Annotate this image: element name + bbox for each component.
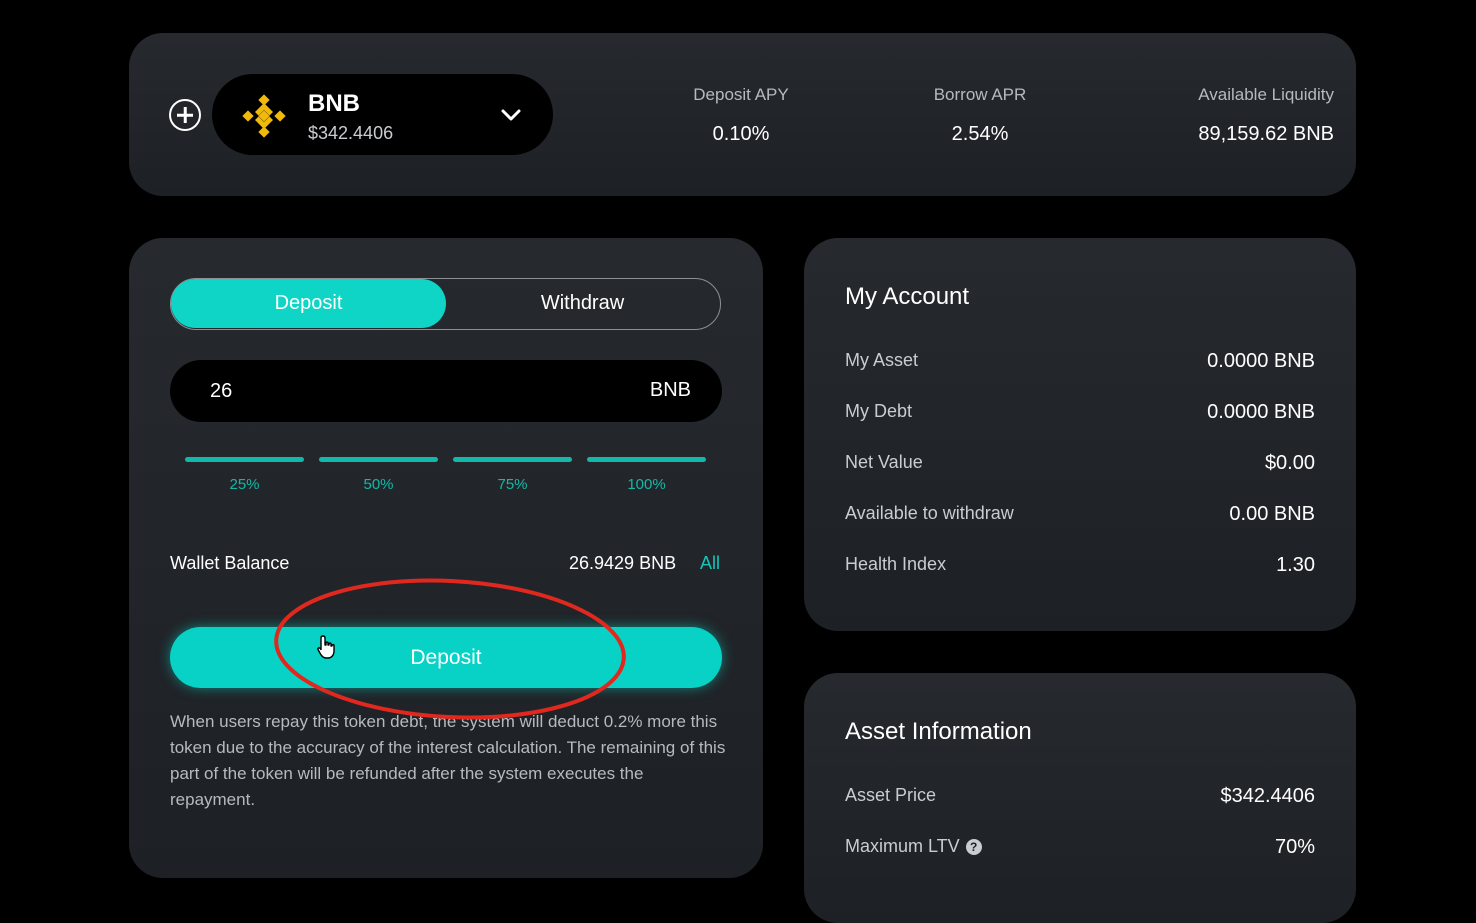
account-row-my-asset: My Asset 0.0000 BNB (845, 350, 1315, 372)
row-value: $342.4406 (1220, 785, 1315, 807)
my-account-title: My Account (845, 283, 970, 310)
deposit-panel: Deposit Withdraw BNB 25% 50% 75% 100% Wa… (129, 238, 763, 878)
token-symbol: BNB (308, 90, 360, 117)
stat-deposit-apy: Deposit APY 0.10% (681, 85, 801, 146)
hand-pointer-icon (317, 635, 335, 659)
asset-row-price: Asset Price $342.4406 (845, 785, 1315, 807)
tab-withdraw[interactable]: Withdraw (445, 279, 720, 328)
deposit-submit-button[interactable]: Deposit (170, 627, 722, 688)
amount-field: BNB (170, 360, 722, 422)
row-label: My Debt (845, 401, 913, 421)
percent-25-button[interactable]: 25% (185, 457, 304, 493)
percent-100-button[interactable]: 100% (587, 457, 706, 493)
use-all-button[interactable]: All (700, 553, 720, 574)
wallet-balance-value: 26.9429 BNB (569, 553, 677, 573)
wallet-balance-label: Wallet Balance (170, 553, 290, 573)
asset-row-maximum-ltv: Maximum LTV? 70% (845, 836, 1315, 858)
row-value: 0.00 BNB (1229, 503, 1315, 525)
amount-input[interactable] (210, 374, 630, 408)
row-label: Asset Price (845, 785, 937, 805)
stat-label: Borrow APR (933, 85, 1027, 104)
stat-available-liquidity: Available Liquidity 89,159.62 BNB (1149, 85, 1334, 146)
market-header: BNB $342.4406 Deposit APY 0.10% Borrow A… (129, 33, 1356, 196)
amount-unit: BNB (649, 379, 691, 401)
row-value: 0.0000 BNB (1207, 401, 1315, 423)
token-selector[interactable]: BNB $342.4406 (212, 74, 553, 155)
token-price: $342.4406 (308, 123, 394, 143)
row-value: 1.30 (1276, 554, 1315, 576)
percent-bar (319, 457, 438, 462)
account-row-health-index: Health Index 1.30 (845, 554, 1315, 576)
percent-label: 100% (627, 476, 666, 493)
percent-bar (453, 457, 572, 462)
stat-value: 89,159.62 BNB (1198, 123, 1334, 145)
row-label: My Asset (845, 350, 919, 370)
percent-bar (587, 457, 706, 462)
row-label: Maximum LTV (845, 836, 960, 856)
asset-information-panel: Asset Information Asset Price $342.4406 … (804, 673, 1356, 923)
deposit-withdraw-tabs: Deposit Withdraw (170, 278, 721, 330)
stat-label: Deposit APY (693, 85, 789, 104)
asset-information-title: Asset Information (845, 718, 1032, 745)
row-label: Net Value (845, 452, 923, 472)
stat-value: 0.10% (712, 123, 770, 145)
percent-50-button[interactable]: 50% (319, 457, 438, 493)
chevron-down-icon (501, 109, 521, 121)
help-icon[interactable]: ? (965, 839, 982, 855)
row-value: 0.0000 BNB (1207, 350, 1315, 372)
account-row-my-debt: My Debt 0.0000 BNB (845, 401, 1315, 423)
stat-borrow-apr: Borrow APR 2.54% (920, 85, 1040, 146)
repayment-notice: When users repay this token debt, the sy… (170, 712, 726, 809)
row-label: Available to withdraw (845, 503, 1014, 523)
percent-label: 50% (363, 476, 394, 493)
row-value: $0.00 (1264, 452, 1315, 474)
my-account-panel: My Account My Asset 0.0000 BNB My Debt 0… (804, 238, 1356, 631)
stat-value: 2.54% (951, 123, 1009, 145)
bnb-logo-icon (242, 94, 286, 138)
account-row-available-to-withdraw: Available to withdraw 0.00 BNB (845, 503, 1315, 525)
row-label: Health Index (845, 554, 947, 574)
row-value: 70% (1274, 836, 1315, 858)
percent-75-button[interactable]: 75% (453, 457, 572, 493)
tab-deposit[interactable]: Deposit (171, 279, 446, 328)
add-token-button[interactable] (169, 99, 201, 131)
percent-label: 75% (497, 476, 528, 493)
percent-label: 25% (229, 476, 260, 493)
account-row-net-value: Net Value $0.00 (845, 452, 1315, 474)
percent-bar (185, 457, 304, 462)
stat-label: Available Liquidity (1198, 85, 1334, 104)
